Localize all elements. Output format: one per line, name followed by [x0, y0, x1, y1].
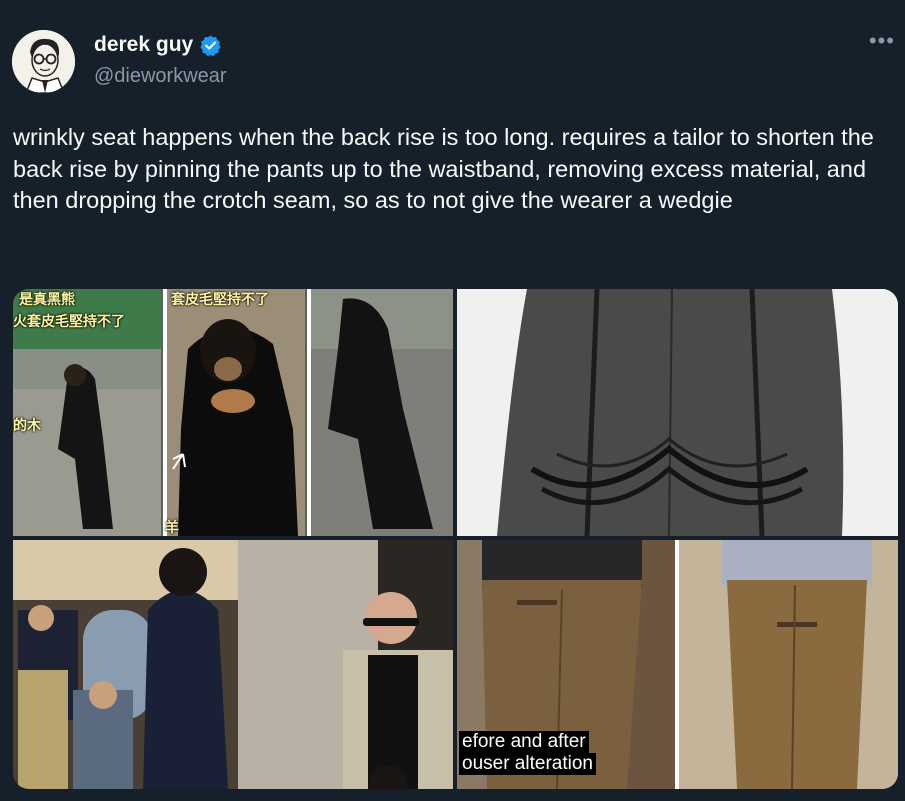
media-image-tailor-shop[interactable] [13, 540, 453, 789]
author-avatar[interactable] [12, 30, 75, 93]
author-name[interactable]: derek guy [94, 33, 193, 57]
media-image-bear[interactable]: 是真黑熊 火套皮毛堅持不了 的木 套皮毛堅持不了 羊 [13, 289, 453, 536]
avatar-illustration [12, 30, 75, 93]
bear-caption-left-mid: 火套皮毛堅持不了 [13, 313, 125, 329]
tailor-shop-illustration [13, 540, 453, 789]
bear-caption-left-top: 是真黑熊 [19, 291, 75, 307]
video-caption-line2: ouser alteration [459, 753, 596, 775]
trouser-seat-illustration [457, 289, 898, 536]
bear-caption-left-low: 的木 [13, 417, 41, 433]
media-image-before-after[interactable]: efore and after ouser alteration [457, 540, 898, 789]
media-grid: 是真黑熊 火套皮毛堅持不了 的木 套皮毛堅持不了 羊 efore and aft… [13, 289, 898, 789]
author-handle[interactable]: @dieworkwear [94, 65, 227, 88]
bear-caption-center-bottom: 羊 [165, 519, 179, 535]
verified-badge-icon [199, 34, 222, 57]
tweet-text: wrinkly seat happens when the back rise … [13, 124, 874, 213]
author-name-row: derek guy [94, 33, 222, 57]
more-options-icon[interactable]: ••• [869, 28, 895, 54]
video-caption-line1: efore and after [459, 731, 589, 753]
bear-caption-center-top: 套皮毛堅持不了 [171, 291, 269, 307]
media-image-trouser-seat[interactable] [457, 289, 898, 536]
